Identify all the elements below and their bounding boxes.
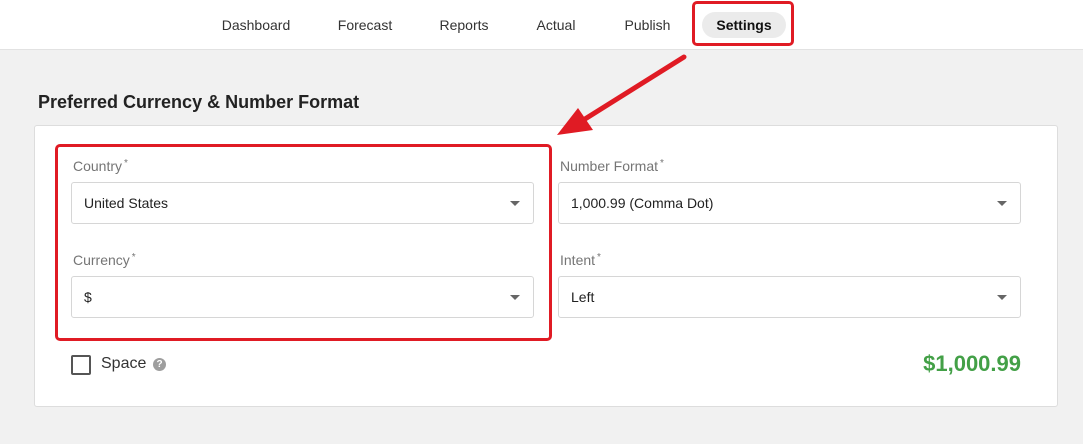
tab-actual[interactable]: Actual — [526, 12, 586, 38]
intent-select[interactable]: Left — [558, 276, 1021, 318]
format-preview: $1,000.99 — [923, 351, 1021, 376]
number-format-select[interactable]: 1,000.99 (Comma Dot) — [558, 182, 1021, 224]
space-checkbox[interactable] — [71, 355, 91, 375]
arrow-shaft — [582, 54, 687, 122]
tab-reports[interactable]: Reports — [430, 12, 498, 38]
settings-tab-highlight — [692, 1, 794, 46]
country-currency-highlight — [55, 144, 552, 341]
tab-dashboard[interactable]: Dashboard — [213, 12, 299, 38]
tab-forecast[interactable]: Forecast — [325, 12, 405, 38]
intent-label: Intent * — [560, 252, 601, 268]
top-navigation: Dashboard Forecast Reports Actual Publis… — [0, 0, 1083, 50]
intent-value: Left — [571, 289, 595, 305]
chevron-down-icon — [997, 295, 1007, 300]
section-title: Preferred Currency & Number Format — [38, 92, 360, 112]
space-label: Space — [101, 355, 147, 372]
number-format-value: 1,000.99 (Comma Dot) — [571, 195, 714, 211]
tab-publish[interactable]: Publish — [615, 12, 680, 38]
chevron-down-icon — [997, 201, 1007, 206]
number-format-label: Number Format * — [560, 158, 664, 174]
help-circle-icon[interactable]: ? — [153, 358, 166, 371]
